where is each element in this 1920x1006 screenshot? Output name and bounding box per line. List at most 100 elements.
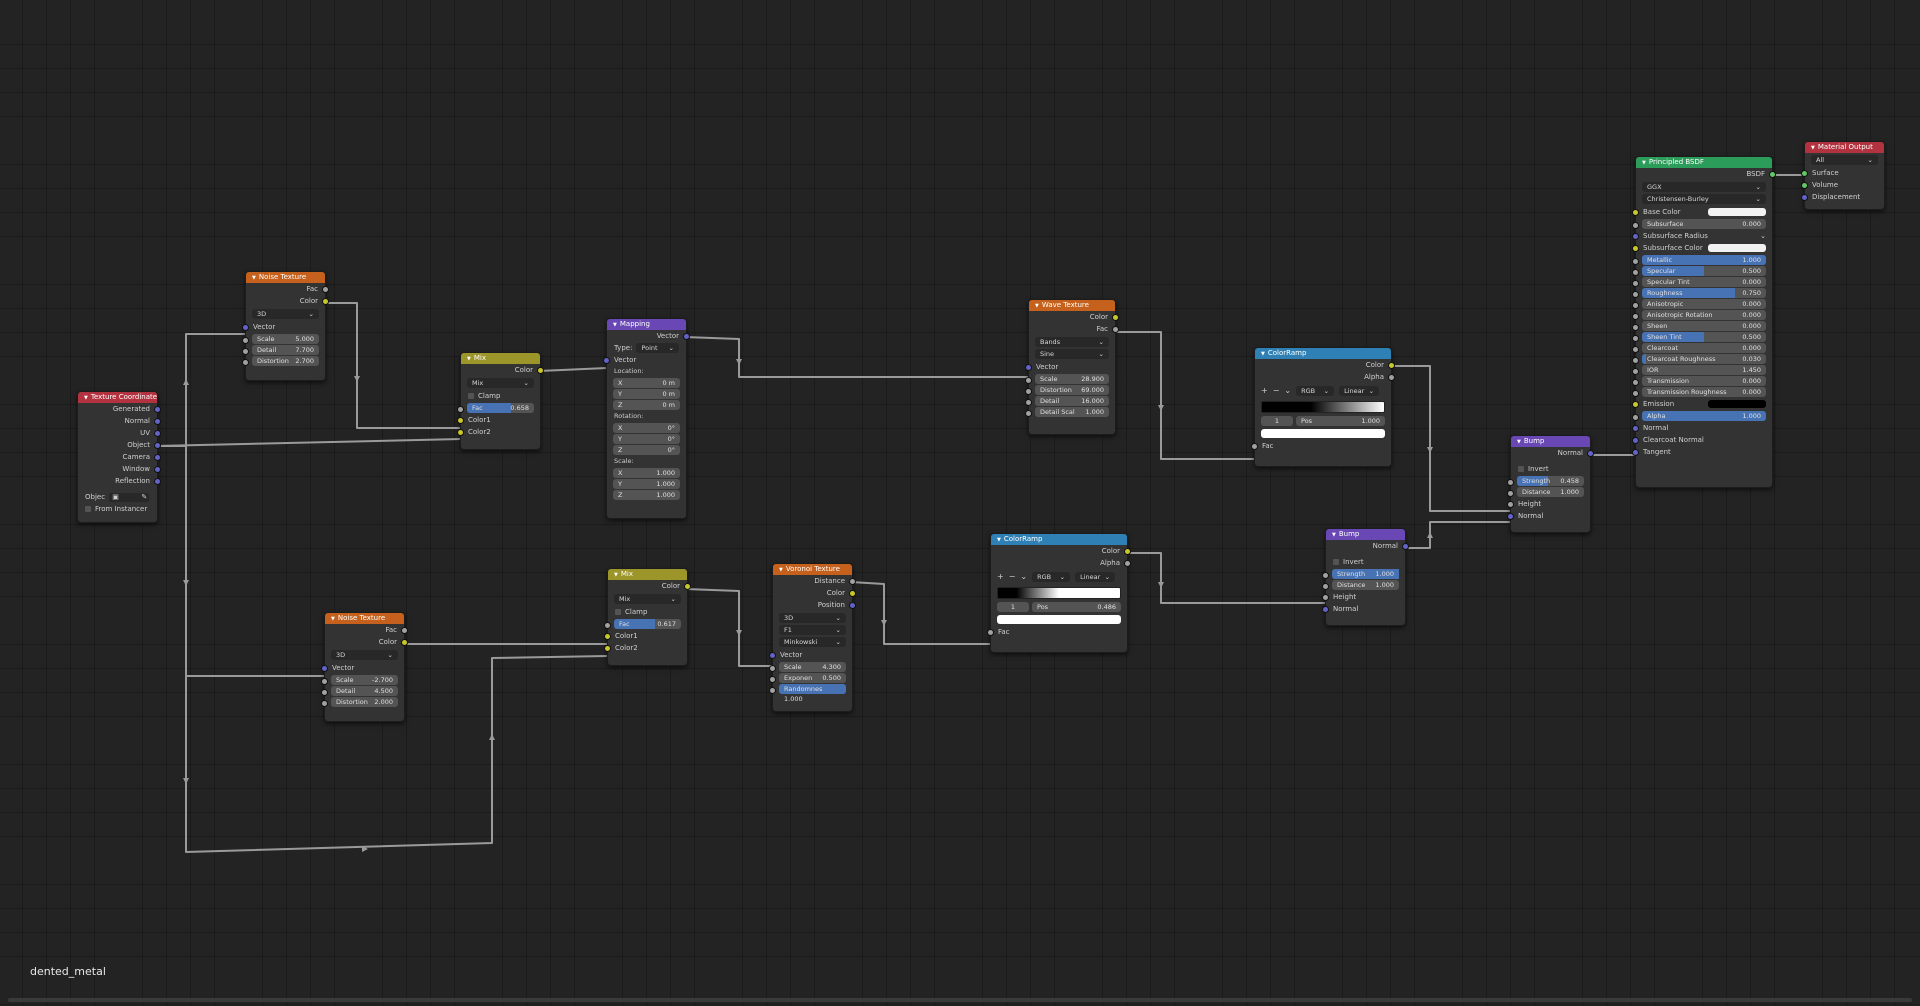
socket-dot[interactable]	[1025, 388, 1032, 395]
bsdf-field-specular-tint[interactable]: Specular Tint 0.000	[1632, 277, 1766, 287]
socket-color1[interactable]: Color1	[604, 630, 687, 642]
fac-field[interactable]: Fac 0.658	[457, 403, 534, 413]
socket-color[interactable]: Color	[246, 295, 329, 307]
socket-dot[interactable]	[1025, 399, 1032, 406]
bsdf-field-transmission-roughness[interactable]: Transmission Roughness 0.000	[1632, 387, 1766, 397]
socket-dot[interactable]	[1322, 572, 1329, 579]
feature-dropdown[interactable]: F1 ⌄	[779, 625, 846, 635]
bsdf-field-clearcoat[interactable]: Clearcoat 0.000	[1632, 343, 1766, 353]
socket-height[interactable]: Height	[1507, 498, 1590, 510]
socket-dot[interactable]	[322, 298, 329, 305]
scale-x-field[interactable]: X 1.000	[613, 468, 680, 478]
socket-dot[interactable]	[1632, 209, 1639, 216]
socket-dot[interactable]	[1632, 346, 1639, 353]
collapse-arrow-icon[interactable]: ▼	[1332, 530, 1336, 540]
collapse-arrow-icon[interactable]: ▼	[613, 320, 617, 330]
node-header[interactable]: ▼ Voronoi Texture	[773, 564, 852, 575]
socket-dot[interactable]	[1632, 357, 1639, 364]
node-header[interactable]: ▼ Noise Texture	[246, 272, 325, 283]
node-header[interactable]: ▼ Mix	[608, 569, 687, 580]
node-texture-coordinate[interactable]: ▼ Texture Coordinate Generated Normal UV …	[77, 391, 161, 523]
collapse-arrow-icon[interactable]: ▼	[1517, 437, 1521, 447]
stop-position-field[interactable]: Pos 1.000	[1296, 416, 1385, 426]
socket-dot[interactable]	[154, 454, 161, 461]
socket-alpha[interactable]: Alpha	[1255, 371, 1395, 383]
socket-dot[interactable]	[322, 286, 329, 293]
socket-fac[interactable]: Fac	[1251, 440, 1391, 452]
clamp-row[interactable]: Clamp	[461, 390, 540, 402]
socket-object[interactable]: Object	[78, 439, 161, 451]
socket-window[interactable]: Window	[78, 463, 161, 475]
socket-color1[interactable]: Color1	[457, 414, 540, 426]
bsdf-field-transmission[interactable]: Transmission 0.000	[1632, 376, 1766, 386]
socket-dot[interactable]	[1801, 182, 1808, 189]
socket-alpha[interactable]: Alpha	[991, 557, 1131, 569]
stop-index-field[interactable]: 1	[997, 602, 1029, 612]
socket-dot[interactable]	[769, 652, 776, 659]
socket-dot[interactable]	[154, 442, 161, 449]
subsurface-method-dropdown[interactable]: Christensen-Burley ⌄	[1642, 194, 1766, 204]
socket-uv[interactable]: UV	[78, 427, 161, 439]
collapse-arrow-icon[interactable]: ▼	[467, 354, 471, 364]
node-noise-texture-2[interactable]: ▼ Noise Texture Fac Color 3D ⌄ Vector Scal…	[321, 612, 408, 722]
socket-dot[interactable]	[1507, 501, 1514, 508]
socket-dot[interactable]	[1632, 302, 1639, 309]
distortion-field[interactable]: Distortion 2.700	[242, 356, 319, 366]
socket-dot[interactable]	[769, 676, 776, 683]
socket-dot[interactable]	[1769, 171, 1776, 178]
stop-position-field[interactable]: Pos 0.486	[1032, 602, 1121, 612]
socket-dot[interactable]	[769, 687, 776, 694]
socket-height[interactable]: Height	[1322, 591, 1405, 603]
emission-color-swatch[interactable]	[1708, 400, 1766, 408]
scale-field[interactable]: Scale 28.900	[1025, 374, 1109, 384]
invert-row[interactable]: Invert	[1511, 463, 1590, 475]
socket-vector[interactable]: Vector	[321, 662, 404, 674]
bsdf-field-sheen-tint[interactable]: Sheen Tint 0.500	[1632, 332, 1766, 342]
socket-dot[interactable]	[1632, 379, 1639, 386]
socket-dot[interactable]	[457, 417, 464, 424]
collapse-arrow-icon[interactable]: ▼	[84, 393, 88, 403]
socket-dot[interactable]	[849, 602, 856, 609]
socket-reflection[interactable]: Reflection	[78, 475, 161, 487]
node-header[interactable]: ▼ Mapping	[607, 319, 686, 330]
socket-clearcoat-normal[interactable]: Clearcoat Normal	[1632, 434, 1772, 446]
socket-dot[interactable]	[1587, 450, 1594, 457]
node-principled-bsdf[interactable]: ▼ Principled BSDF BSDF GGX ⌄ Christensen-B…	[1632, 156, 1776, 488]
node-mix-2[interactable]: ▼ Mix Color Mix ⌄ Clamp Fac 0.617 Color1 Co…	[604, 568, 691, 666]
bsdf-field-specular[interactable]: Specular 0.500	[1632, 266, 1766, 276]
strength-field[interactable]: Strength 1.000	[1322, 569, 1399, 579]
socket-color2[interactable]: Color2	[604, 642, 687, 654]
socket-fac[interactable]: Fac	[1029, 323, 1119, 335]
socket-color2[interactable]: Color2	[457, 426, 540, 438]
interpolation-dropdown[interactable]: Linear ⌄	[1075, 572, 1116, 582]
socket-normal[interactable]: Normal	[1322, 603, 1405, 615]
node-header[interactable]: ▼ Mix	[461, 353, 540, 364]
socket-dot[interactable]	[604, 633, 611, 640]
socket-normal[interactable]: Normal	[1507, 510, 1590, 522]
node-wave-texture[interactable]: ▼ Wave Texture Color Fac Bands ⌄ Sine ⌄ Vec…	[1025, 299, 1119, 435]
socket-dot[interactable]	[1322, 606, 1329, 613]
node-bump-1[interactable]: ▼ Bump Normal Invert Strength 0.458 Distan…	[1507, 435, 1594, 533]
add-stop-icon[interactable]: +	[997, 571, 1004, 583]
bsdf-field-anisotropic-rotation[interactable]: Anisotropic Rotation 0.000	[1632, 310, 1766, 320]
node-material-output[interactable]: ▼ Material Output All ⌄ Surface Volume Dis…	[1801, 141, 1885, 210]
socket-dot[interactable]	[401, 627, 408, 634]
color-mode-dropdown[interactable]: RGB ⌄	[1296, 386, 1335, 396]
bsdf-field-metallic[interactable]: Metallic 1.000	[1632, 255, 1766, 265]
socket-dot[interactable]	[1388, 374, 1395, 381]
socket-surface[interactable]: Surface	[1801, 167, 1884, 179]
collapse-arrow-icon[interactable]: ▼	[779, 565, 783, 575]
socket-dot[interactable]	[683, 333, 690, 340]
stop-color-swatch[interactable]	[997, 615, 1121, 624]
socket-dot[interactable]	[1507, 513, 1514, 520]
location-z-field[interactable]: Z 0 m	[613, 400, 680, 410]
bsdf-field-ior[interactable]: IOR 1.450	[1632, 365, 1766, 375]
collapse-arrow-icon[interactable]: ▼	[1642, 158, 1646, 168]
node-header[interactable]: ▼ Wave Texture	[1029, 300, 1115, 311]
scale-field[interactable]: Scale 4.300	[769, 662, 846, 672]
invert-checkbox[interactable]	[1518, 466, 1524, 472]
socket-fac[interactable]: Fac	[325, 624, 408, 636]
socket-tangent[interactable]: Tangent	[1632, 446, 1772, 458]
stop-index-field[interactable]: 1	[1261, 416, 1293, 426]
socket-bsdf-out[interactable]: BSDF	[1636, 168, 1776, 180]
